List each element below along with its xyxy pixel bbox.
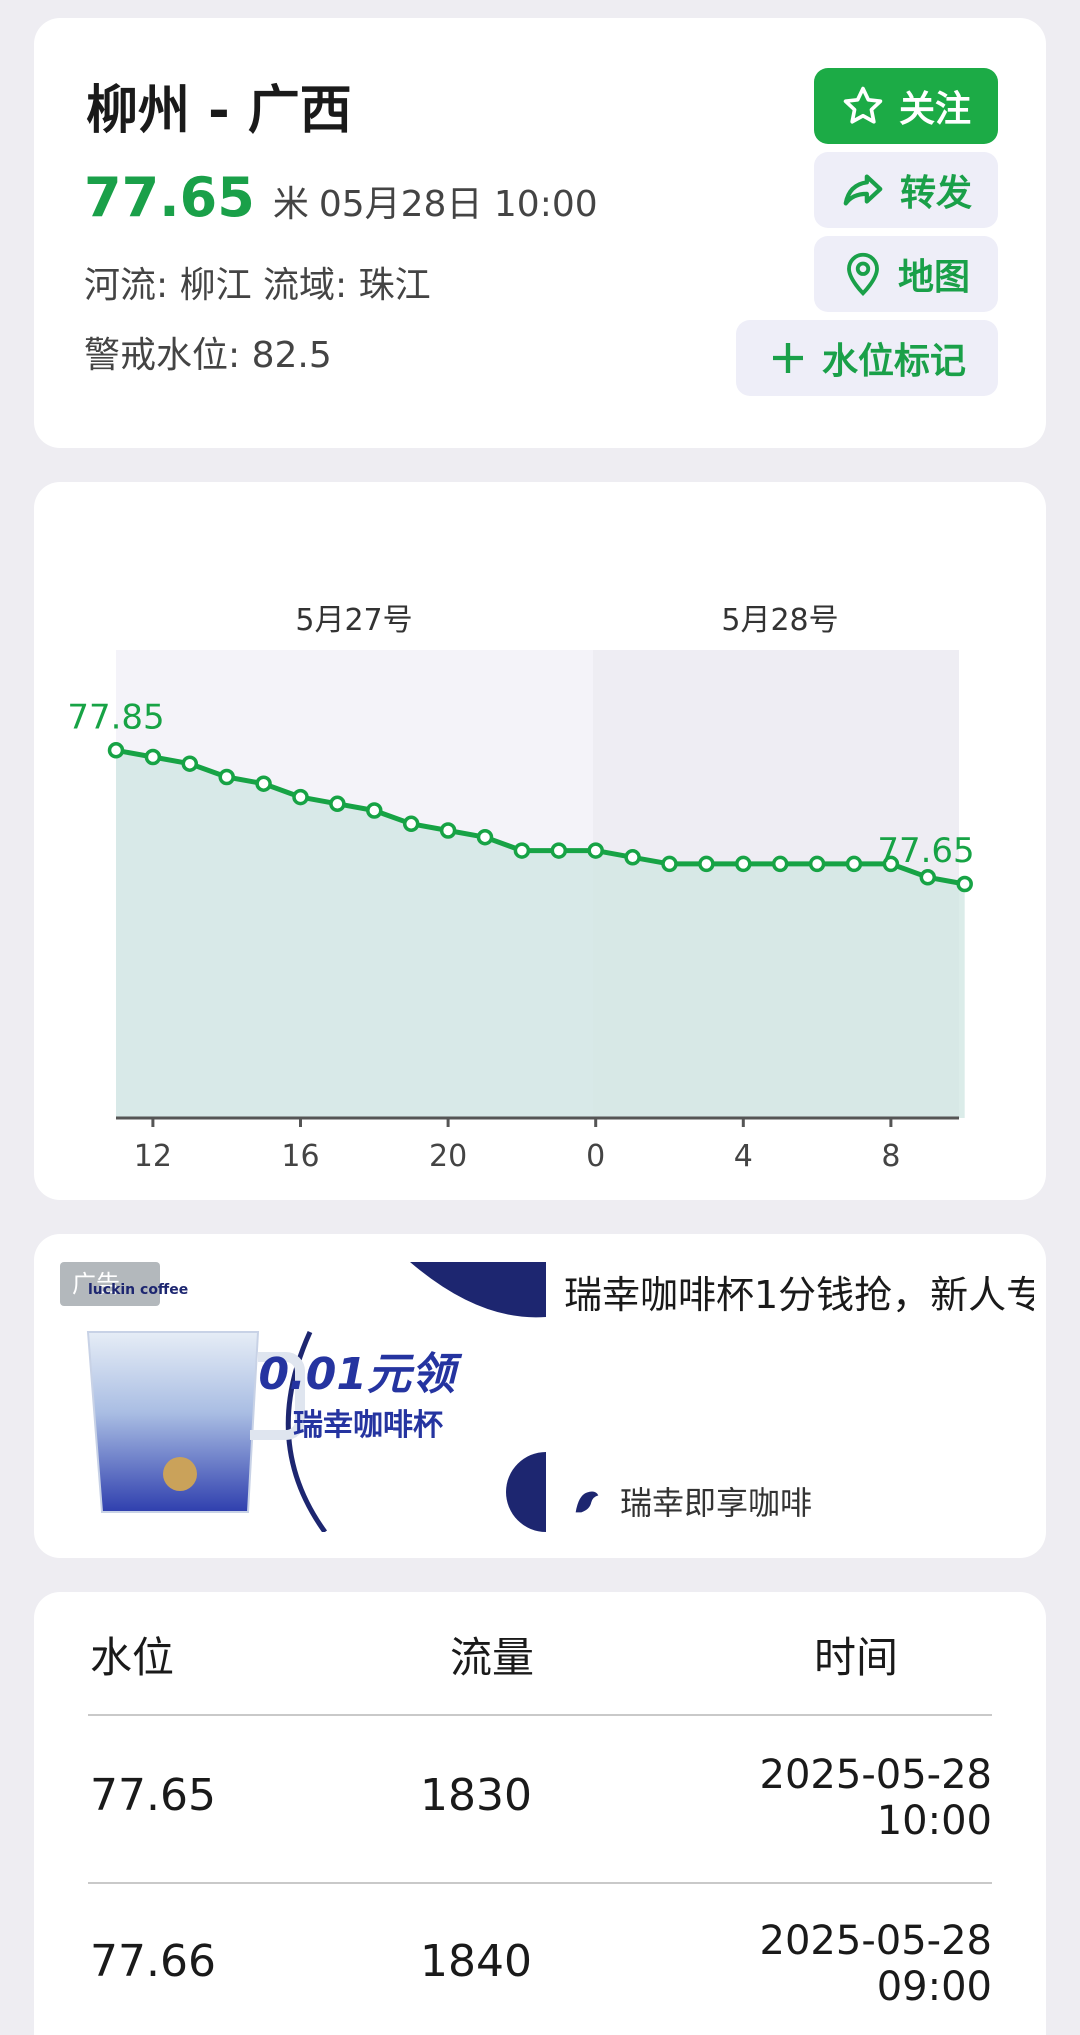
ad-brand-name: 瑞幸即享咖啡 — [620, 1484, 813, 1522]
data-point — [329, 795, 346, 813]
follow-label: 关注 — [898, 89, 971, 130]
x-tick-label: 16 — [281, 1139, 319, 1174]
cell-flow: 1830 — [420, 1770, 532, 1821]
river-basin-info: 河流: 柳江 流域: 珠江 — [84, 265, 431, 306]
column-header-time: 时间 — [814, 1633, 899, 1682]
map-button[interactable]: 地图 — [814, 236, 998, 312]
x-tick-label: 4 — [734, 1139, 753, 1174]
station-info-card: 柳州 - 广西 77.65 米 05月28日 10:00 河流: 柳江 流域: … — [34, 18, 1046, 448]
cell-time: 2025-05-28 09:00 — [760, 1918, 992, 2010]
data-point — [476, 828, 494, 846]
data-point — [550, 842, 568, 859]
cell-level: 77.65 — [90, 1770, 216, 1821]
data-point — [845, 855, 863, 873]
data-point — [808, 855, 826, 873]
ad-image-brand: luckin coffee — [88, 1282, 188, 1298]
plus-icon — [772, 343, 803, 373]
share-icon — [843, 174, 883, 206]
data-point — [107, 742, 125, 759]
data-point — [439, 822, 457, 839]
date-label-day-2: 5月28号 — [721, 603, 838, 638]
x-tick-label: 8 — [881, 1139, 900, 1174]
cell-date: 2025-05-28 — [759, 1918, 992, 1964]
cell-hour: 10:00 — [876, 1798, 992, 1844]
cell-hour: 09:00 — [876, 1964, 992, 2010]
history-table-card: 水位 流量 时间 77.65 1830 2025-05-28 10:00 77.… — [34, 1592, 1046, 2035]
data-point — [255, 775, 272, 792]
data-point — [956, 875, 973, 893]
header-divider — [88, 1714, 992, 1716]
ad-brand[interactable]: 瑞幸即享咖啡 — [570, 1478, 812, 1524]
share-button[interactable]: 转发 — [814, 152, 998, 228]
cell-level: 77.66 — [90, 1936, 216, 1987]
data-point — [513, 842, 531, 859]
date-label-day-1: 5月27号 — [295, 603, 412, 638]
data-point — [144, 748, 162, 766]
data-point — [698, 855, 715, 873]
row-divider — [88, 1882, 992, 1884]
water-level-chart-card: 5月27号 5月28号 12 16 20 0 4 8 77.85 77.65 — [34, 482, 1046, 1200]
data-point — [292, 788, 309, 806]
map-pin-icon — [847, 252, 879, 296]
station-title: 柳州 - 广西 — [86, 81, 352, 141]
x-tick-label: 12 — [134, 1139, 172, 1174]
data-point — [587, 842, 604, 859]
ad-image-promo: 0.01元领 — [258, 1349, 463, 1400]
data-point — [218, 768, 235, 786]
last-value-label: 77.65 — [877, 831, 974, 871]
data-point — [919, 869, 937, 886]
water-level-chart: 5月27号 5月28号 12 16 20 0 4 8 77.85 77.65 — [67, 603, 974, 1174]
warning-level-info: 警戒水位: 82.5 — [84, 335, 332, 376]
level-unit: 米 — [272, 184, 309, 225]
data-point — [624, 849, 641, 866]
ad-image-subtitle: 瑞幸咖啡杯 — [293, 1408, 443, 1443]
luckin-logo-icon — [575, 1491, 599, 1513]
data-point — [661, 855, 678, 873]
data-point — [402, 815, 420, 833]
cell-flow: 1840 — [420, 1936, 532, 1987]
data-point — [366, 802, 383, 819]
current-level-row: 77.65 米 05月28日 10:00 — [84, 166, 598, 229]
data-point — [181, 755, 199, 772]
current-level-value: 77.65 — [84, 166, 255, 229]
map-label: 地图 — [897, 257, 970, 298]
column-header-flow: 流量 — [450, 1633, 535, 1682]
cell-date: 2025-05-28 — [759, 1752, 992, 1798]
follow-button[interactable]: 关注 — [814, 68, 998, 144]
x-tick-label: 0 — [586, 1139, 605, 1174]
share-label: 转发 — [899, 173, 972, 214]
ad-card[interactable]: 广告 luckin coffee 0.01元领 瑞幸咖啡杯 瑞幸咖啡杯1分钱抢，… — [34, 1234, 1046, 1558]
level-timestamp: 05月28日 10:00 — [318, 184, 598, 225]
water-level-mark-button[interactable]: 水位标记 — [736, 320, 998, 396]
coffee-cup-illustration: 广告 luckin coffee 0.01元领 瑞幸咖啡杯 — [60, 1262, 546, 1532]
ad-image[interactable]: 广告 luckin coffee 0.01元领 瑞幸咖啡杯 — [60, 1262, 546, 1532]
star-icon — [843, 86, 883, 124]
column-header-level: 水位 — [90, 1633, 175, 1682]
data-point — [771, 855, 789, 873]
first-value-label: 77.85 — [67, 697, 164, 737]
ad-headline[interactable]: 瑞幸咖啡杯1分钱抢，新人专享 — [564, 1264, 1034, 1319]
cell-time: 2025-05-28 10:00 — [760, 1752, 992, 1844]
data-point — [735, 855, 752, 873]
x-tick-label: 20 — [429, 1139, 467, 1174]
mark-label: 水位标记 — [821, 341, 966, 382]
